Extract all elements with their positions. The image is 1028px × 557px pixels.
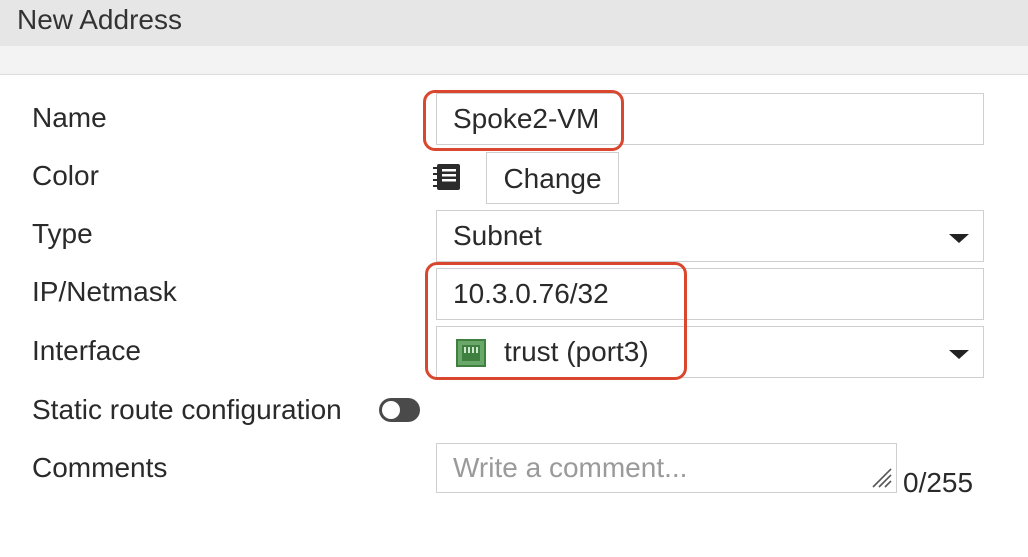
comments-textarea[interactable] — [437, 444, 896, 492]
name-label: Name — [32, 102, 107, 133]
color-swatch-icon[interactable] — [432, 163, 462, 191]
type-value: Subnet — [453, 220, 542, 251]
chevron-down-icon — [949, 234, 969, 243]
dialog-header: New Address — [0, 0, 1028, 46]
header-spacer — [0, 46, 1028, 74]
dialog-title: New Address — [17, 4, 182, 35]
chevron-down-icon — [949, 350, 969, 359]
ip-netmask-label: IP/Netmask — [32, 276, 177, 307]
change-color-button[interactable]: Change — [486, 152, 619, 204]
resize-grip-icon[interactable] — [869, 465, 893, 489]
color-label: Color — [32, 160, 99, 191]
comments-field — [436, 443, 897, 493]
static-route-label: Static route configuration — [32, 394, 342, 425]
toggle-knob — [382, 401, 400, 419]
ip-interface-highlight-annotation — [425, 262, 687, 380]
type-label: Type — [32, 218, 93, 249]
comments-label: Comments — [32, 452, 168, 483]
comment-char-counter: 0/255 — [903, 467, 974, 498]
type-select[interactable]: Subnet — [436, 210, 984, 262]
interface-label: Interface — [32, 335, 141, 366]
static-route-toggle[interactable] — [379, 398, 420, 422]
name-highlight-annotation — [423, 90, 624, 151]
